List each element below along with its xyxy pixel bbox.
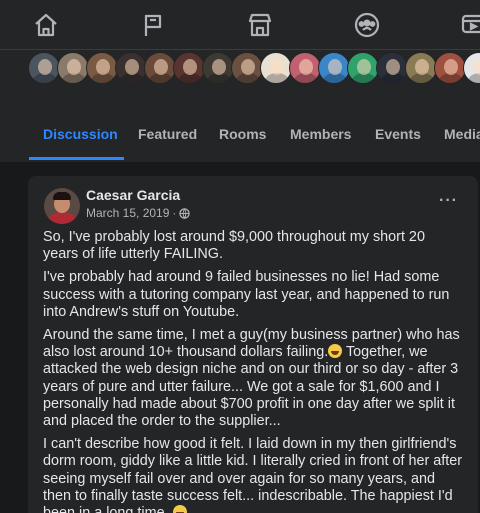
member-avatar[interactable] xyxy=(28,52,60,84)
tab-discussion[interactable]: Discussion xyxy=(43,110,118,162)
tab-events[interactable]: Events xyxy=(375,110,421,162)
post-paragraph: Around the same time, I met a guy(my bus… xyxy=(43,327,460,430)
member-avatar[interactable] xyxy=(260,52,292,84)
member-avatar-row[interactable] xyxy=(28,52,480,84)
member-avatar[interactable] xyxy=(289,52,321,84)
post-author-name[interactable]: Caesar Garcia xyxy=(86,187,180,203)
groups-icon[interactable] xyxy=(352,10,382,40)
member-avatar[interactable] xyxy=(231,52,263,84)
tab-members[interactable]: Members xyxy=(290,110,351,162)
avatar[interactable] xyxy=(44,188,80,224)
member-avatar[interactable] xyxy=(376,52,408,84)
meta-separator: · xyxy=(172,206,177,220)
post-card: Caesar Garcia March 15, 2019 · ··· So, I… xyxy=(28,176,478,513)
member-avatar[interactable] xyxy=(463,52,480,84)
globe-icon xyxy=(179,207,191,219)
member-avatar[interactable] xyxy=(318,52,350,84)
member-avatar[interactable] xyxy=(405,52,437,84)
member-avatar[interactable] xyxy=(202,52,234,84)
flag-icon[interactable] xyxy=(138,10,168,40)
home-icon[interactable] xyxy=(31,10,61,40)
tab-media[interactable]: Media xyxy=(444,110,480,162)
member-avatar[interactable] xyxy=(57,52,89,84)
grinning-emoji xyxy=(172,505,187,513)
post-meta: March 15, 2019 · xyxy=(86,206,191,220)
member-avatar[interactable] xyxy=(347,52,379,84)
member-avatar[interactable] xyxy=(434,52,466,84)
post-date[interactable]: March 15, 2019 xyxy=(86,206,169,220)
watch-icon[interactable] xyxy=(458,10,480,40)
member-avatar[interactable] xyxy=(144,52,176,84)
member-avatar[interactable] xyxy=(86,52,118,84)
grinning-sweat-emoji xyxy=(328,344,343,359)
post-body: So, I've probably lost around $9,000 thr… xyxy=(43,229,463,513)
top-navigation-bar xyxy=(0,0,480,50)
group-tabs: Discussion Featured Rooms Members Events… xyxy=(0,110,480,162)
member-avatar[interactable] xyxy=(115,52,147,84)
more-options-button[interactable]: ··· xyxy=(439,192,458,210)
tab-rooms[interactable]: Rooms xyxy=(219,110,266,162)
post-paragraph: So, I've probably lost around $9,000 thr… xyxy=(43,229,425,263)
tab-featured[interactable]: Featured xyxy=(138,110,197,162)
post-paragraph: I can't describe how good it felt. I lai… xyxy=(43,436,463,513)
active-tab-indicator xyxy=(29,157,124,160)
post-paragraph: I've probably had around 9 failed busine… xyxy=(43,269,450,320)
marketplace-icon[interactable] xyxy=(245,10,275,40)
member-avatar[interactable] xyxy=(173,52,205,84)
